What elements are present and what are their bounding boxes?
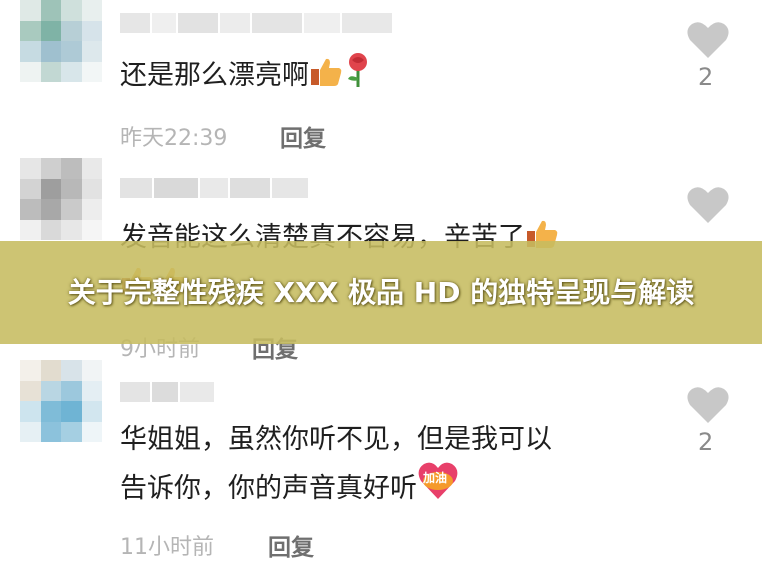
- heart-icon[interactable]: [686, 385, 730, 425]
- heart-icon[interactable]: [686, 20, 730, 60]
- thumbs-up-emoji: [309, 56, 343, 103]
- jiayou-sticker-emoji: 加油: [417, 461, 459, 501]
- comment-time: 昨天22:39: [120, 126, 228, 151]
- heart-icon[interactable]: [686, 185, 730, 225]
- rose-emoji: [343, 52, 373, 103]
- reply-button[interactable]: 回复: [268, 528, 314, 562]
- username-blurred[interactable]: [120, 382, 214, 402]
- comment-text: 还是那么漂亮啊: [120, 52, 373, 103]
- comment-text: 告诉你，你的声音真好听 加油: [120, 461, 459, 512]
- like-count: 2: [698, 428, 714, 456]
- comment-text: 华姐姐，虽然你听不见，但是我可以: [120, 424, 552, 455]
- comment-time: 11小时前: [120, 535, 214, 560]
- like-count: 2: [698, 63, 714, 91]
- avatar[interactable]: [20, 0, 102, 82]
- avatar[interactable]: [20, 360, 102, 442]
- banner-title: 关于完整性残疾 XXX 极品 HD 的独特呈现与解读: [67, 275, 695, 309]
- username-blurred[interactable]: [120, 178, 308, 198]
- avatar[interactable]: [20, 158, 102, 240]
- username-blurred[interactable]: [120, 13, 392, 33]
- title-banner: 关于完整性残疾 XXX 极品 HD 的独特呈现与解读: [0, 241, 762, 344]
- reply-button[interactable]: 回复: [280, 119, 326, 153]
